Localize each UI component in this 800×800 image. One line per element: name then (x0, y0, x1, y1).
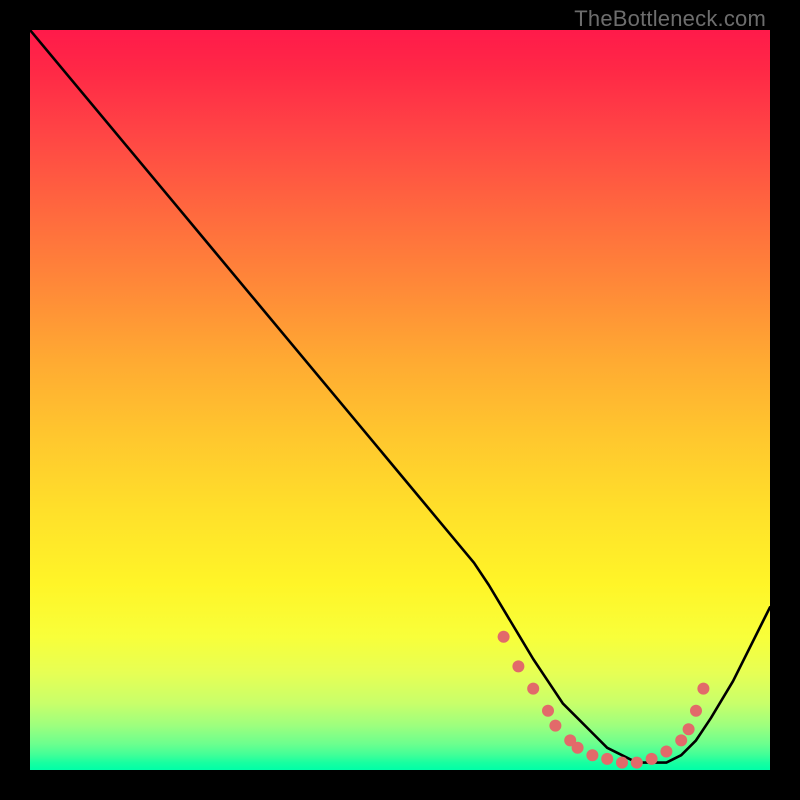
marker-dot (601, 753, 613, 765)
marker-dot (697, 683, 709, 695)
watermark-text: TheBottleneck.com (574, 6, 766, 32)
marker-dot (527, 683, 539, 695)
marker-dot (660, 746, 672, 758)
marker-dot (675, 734, 687, 746)
marker-dot (646, 753, 658, 765)
marker-dot (542, 705, 554, 717)
marker-dot (498, 631, 510, 643)
marker-dot (512, 660, 524, 672)
marker-dot (690, 705, 702, 717)
marker-dot (549, 720, 561, 732)
marker-dot (586, 749, 598, 761)
chart-svg (30, 30, 770, 770)
bottleneck-curve (30, 30, 770, 763)
marker-dot (631, 757, 643, 769)
marker-dot (616, 757, 628, 769)
marker-dot (572, 742, 584, 754)
plot-area (30, 30, 770, 770)
marker-dot (683, 723, 695, 735)
chart-canvas: TheBottleneck.com (0, 0, 800, 800)
